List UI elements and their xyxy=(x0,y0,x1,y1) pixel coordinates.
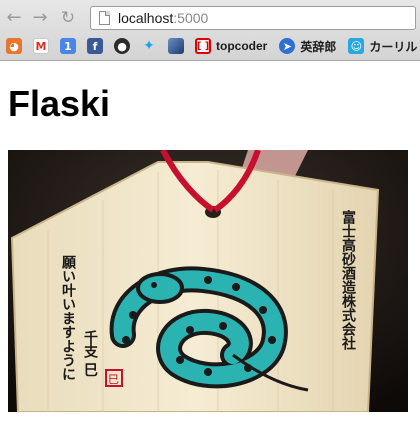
back-arrow-icon[interactable]: ← xyxy=(4,8,24,28)
ema-stamp: 巳 xyxy=(108,373,119,386)
forward-arrow-icon[interactable]: → xyxy=(30,8,50,28)
facebook-icon[interactable]: f xyxy=(87,38,103,54)
page-title: Flaski xyxy=(8,83,111,124)
address-bar[interactable]: localhost:5000 xyxy=(90,6,416,30)
reload-icon[interactable]: ↻ xyxy=(58,8,78,28)
bookmark-topcoder-label[interactable]: topcoder xyxy=(216,39,267,53)
google-calendar-icon[interactable]: 1 xyxy=(60,38,76,54)
browser-chrome: ← → ↻ localhost:5000 ◕ M 1 f ● ✦ [ ] top… xyxy=(0,0,420,61)
ema-zodiac-text: 千支 巳 xyxy=(82,329,99,377)
gmail-icon[interactable]: M xyxy=(33,38,49,54)
bookmarks-bar: ◕ M 1 f ● ✦ [ ] topcoder ➤ 英辞郎 ☺ カーリル xyxy=(0,34,420,58)
ema-photo: 富士高砂酒造株式会社 願い叶いますように 千支 巳 巳 xyxy=(8,150,408,412)
ema-photo-image: 富士高砂酒造株式会社 願い叶いますように 千支 巳 巳 xyxy=(8,150,408,412)
eijiro-icon[interactable]: ➤ xyxy=(279,38,296,54)
github-icon[interactable]: ● xyxy=(114,38,130,54)
bookmark-eijiro-label[interactable]: 英辞郎 xyxy=(300,38,336,55)
cat-icon[interactable]: ☺ xyxy=(348,38,365,54)
rss-icon[interactable]: ◕ xyxy=(6,38,22,54)
ema-wish-text: 願い叶いますように xyxy=(60,255,76,381)
page-icon xyxy=(99,11,110,25)
photo-icon[interactable] xyxy=(168,38,184,54)
topcoder-icon[interactable]: [ ] xyxy=(195,38,211,54)
url-host: localhost xyxy=(118,10,174,26)
bookmark-calil-label[interactable]: カーリル xyxy=(369,38,417,55)
twitter-icon[interactable]: ✦ xyxy=(141,38,157,54)
ema-brewery-text: 富士高砂酒造株式会社 xyxy=(340,209,357,351)
url-port: :5000 xyxy=(173,10,209,26)
